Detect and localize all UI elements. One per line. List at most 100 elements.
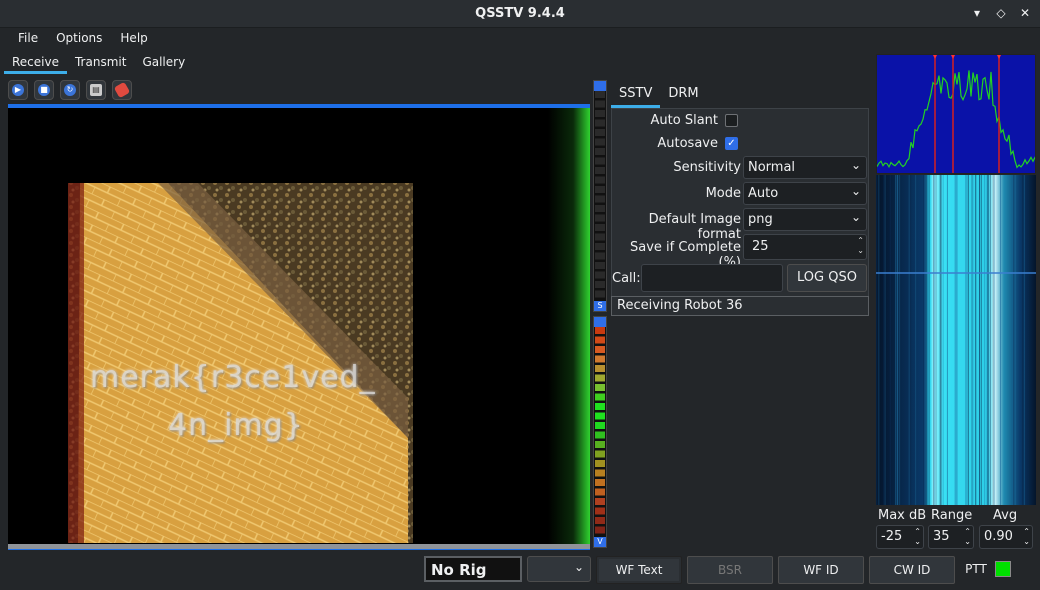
meter-segment <box>595 167 605 174</box>
cw-id-button[interactable]: CW ID <box>869 556 955 584</box>
spectrum-display[interactable] <box>876 54 1036 174</box>
meter-segment <box>595 356 605 363</box>
signal-meter-label: S <box>594 301 606 311</box>
tab-gallery[interactable]: Gallery <box>134 52 193 74</box>
meter-segment <box>595 479 605 486</box>
meter-segment <box>595 243 605 250</box>
meter-segment <box>595 346 605 353</box>
call-input[interactable] <box>641 264 783 292</box>
autosave-checkbox[interactable]: ✓ <box>725 137 738 150</box>
log-qso-button[interactable]: LOG QSO <box>787 264 867 292</box>
menu-help[interactable]: Help <box>111 28 156 50</box>
meter-segment <box>595 291 605 298</box>
auto-slant-label: Auto Slant <box>612 113 718 128</box>
image-text-line2: 4n_img} <box>168 408 304 443</box>
tab-transmit[interactable]: Transmit <box>67 52 134 74</box>
signal-meter: S <box>593 80 607 312</box>
max-db-spinbox[interactable]: -25 ⌃ ⌄ <box>876 525 924 549</box>
range-value: 35 <box>933 529 950 544</box>
stop-button[interactable]: ■ <box>34 80 54 100</box>
save-complete-value: 25 <box>752 239 769 254</box>
chevron-down-icon: ⌄ <box>574 560 584 574</box>
start-button[interactable]: ▶ <box>8 80 28 100</box>
received-image <box>8 108 590 546</box>
tab-drm[interactable]: DRM <box>660 82 706 108</box>
spin-arrows-icon[interactable]: ⌃ ⌄ <box>914 527 921 547</box>
spin-arrows-icon[interactable]: ⌃ ⌄ <box>964 527 971 547</box>
signal-meter-top-cap <box>594 81 606 91</box>
bsr-button[interactable]: BSR <box>687 556 773 584</box>
mode-label: Mode <box>612 186 741 201</box>
avg-spinbox[interactable]: 0.90 ⌃ ⌄ <box>979 525 1033 549</box>
receive-progress-bar <box>8 544 590 549</box>
erase-button[interactable] <box>112 80 132 100</box>
menu-file[interactable]: File <box>9 28 47 50</box>
play-icon: ▶ <box>12 84 24 96</box>
meter-segment <box>595 403 605 410</box>
meter-segment <box>595 148 605 155</box>
max-db-label: Max dB <box>878 508 926 523</box>
meter-segment <box>595 327 605 334</box>
spin-arrows-icon[interactable]: ⌃ ⌄ <box>857 236 864 256</box>
autosave-label: Autosave <box>612 136 718 151</box>
menu-bar: File Options Help <box>0 28 1040 50</box>
image-format-select[interactable]: png ⌄ <box>743 208 867 231</box>
menu-options[interactable]: Options <box>47 28 111 50</box>
meter-segment <box>595 394 605 401</box>
meter-segment <box>595 196 605 203</box>
received-image-frame: merak{r3ce1ved_ 4n_img} <box>8 104 590 550</box>
spectrum-plot <box>877 55 1036 174</box>
close-icon[interactable]: ✕ <box>1018 5 1032 21</box>
volume-meter: V <box>593 316 607 548</box>
meter-segment <box>595 158 605 165</box>
waterfall-display[interactable] <box>876 175 1036 505</box>
save-complete-spinbox[interactable]: 25 ⌃ ⌄ <box>743 234 867 260</box>
meter-segment <box>595 489 605 496</box>
sstv-settings-panel: Auto Slant Autosave ✓ Sensitivity Normal… <box>611 108 869 316</box>
meter-segment <box>595 91 605 98</box>
spin-arrows-icon[interactable]: ⌃ ⌄ <box>1023 527 1030 547</box>
meter-segment <box>595 129 605 136</box>
meter-segment <box>595 365 605 372</box>
maximize-icon[interactable]: ◇ <box>994 5 1008 21</box>
meter-segment <box>595 460 605 467</box>
meter-segment <box>595 110 605 117</box>
save-button[interactable]: ▤ <box>86 80 106 100</box>
volume-meter-top-cap <box>594 317 606 327</box>
status-bar: No Rig ⌄ WF Text BSR WF ID CW ID PTT <box>0 554 1040 588</box>
rig-select[interactable]: ⌄ <box>527 556 591 582</box>
meter-segment <box>595 432 605 439</box>
meter-segment <box>595 262 605 269</box>
meter-segment <box>595 451 605 458</box>
sensitivity-select[interactable]: Normal ⌄ <box>743 156 867 179</box>
wf-text-button[interactable]: WF Text <box>596 556 682 584</box>
signal-meter-bars <box>594 91 606 301</box>
main-tabs: Receive Transmit Gallery <box>4 52 193 74</box>
receive-toolbar: ▶ ■ ↻ ▤ <box>8 80 132 100</box>
auto-slant-checkbox[interactable] <box>725 114 738 127</box>
chevron-down-icon: ⌄ <box>851 184 861 198</box>
meter-segment <box>595 441 605 448</box>
meter-segment <box>595 177 605 184</box>
meter-segment <box>595 527 605 534</box>
waterfall-plot <box>876 175 1036 505</box>
meter-segment <box>595 205 605 212</box>
wf-id-button[interactable]: WF ID <box>778 556 864 584</box>
meter-segment <box>595 517 605 524</box>
meter-segment <box>595 281 605 288</box>
meter-segment <box>595 215 605 222</box>
image-format-label: Default Image format <box>612 212 741 242</box>
tab-sstv[interactable]: SSTV <box>611 82 660 108</box>
meter-segment <box>595 234 605 241</box>
range-label: Range <box>931 508 972 523</box>
mode-select[interactable]: Auto ⌄ <box>743 182 867 205</box>
call-label: Call: <box>612 271 640 286</box>
meter-segment <box>595 422 605 429</box>
chevron-down-icon: ⌄ <box>851 210 861 224</box>
minimize-icon[interactable]: ▾ <box>970 5 984 21</box>
image-format-value: png <box>748 212 773 227</box>
resync-button[interactable]: ↻ <box>60 80 80 100</box>
range-spinbox[interactable]: 35 ⌃ ⌄ <box>928 525 974 549</box>
meter-segment <box>595 470 605 477</box>
tab-receive[interactable]: Receive <box>4 52 67 74</box>
